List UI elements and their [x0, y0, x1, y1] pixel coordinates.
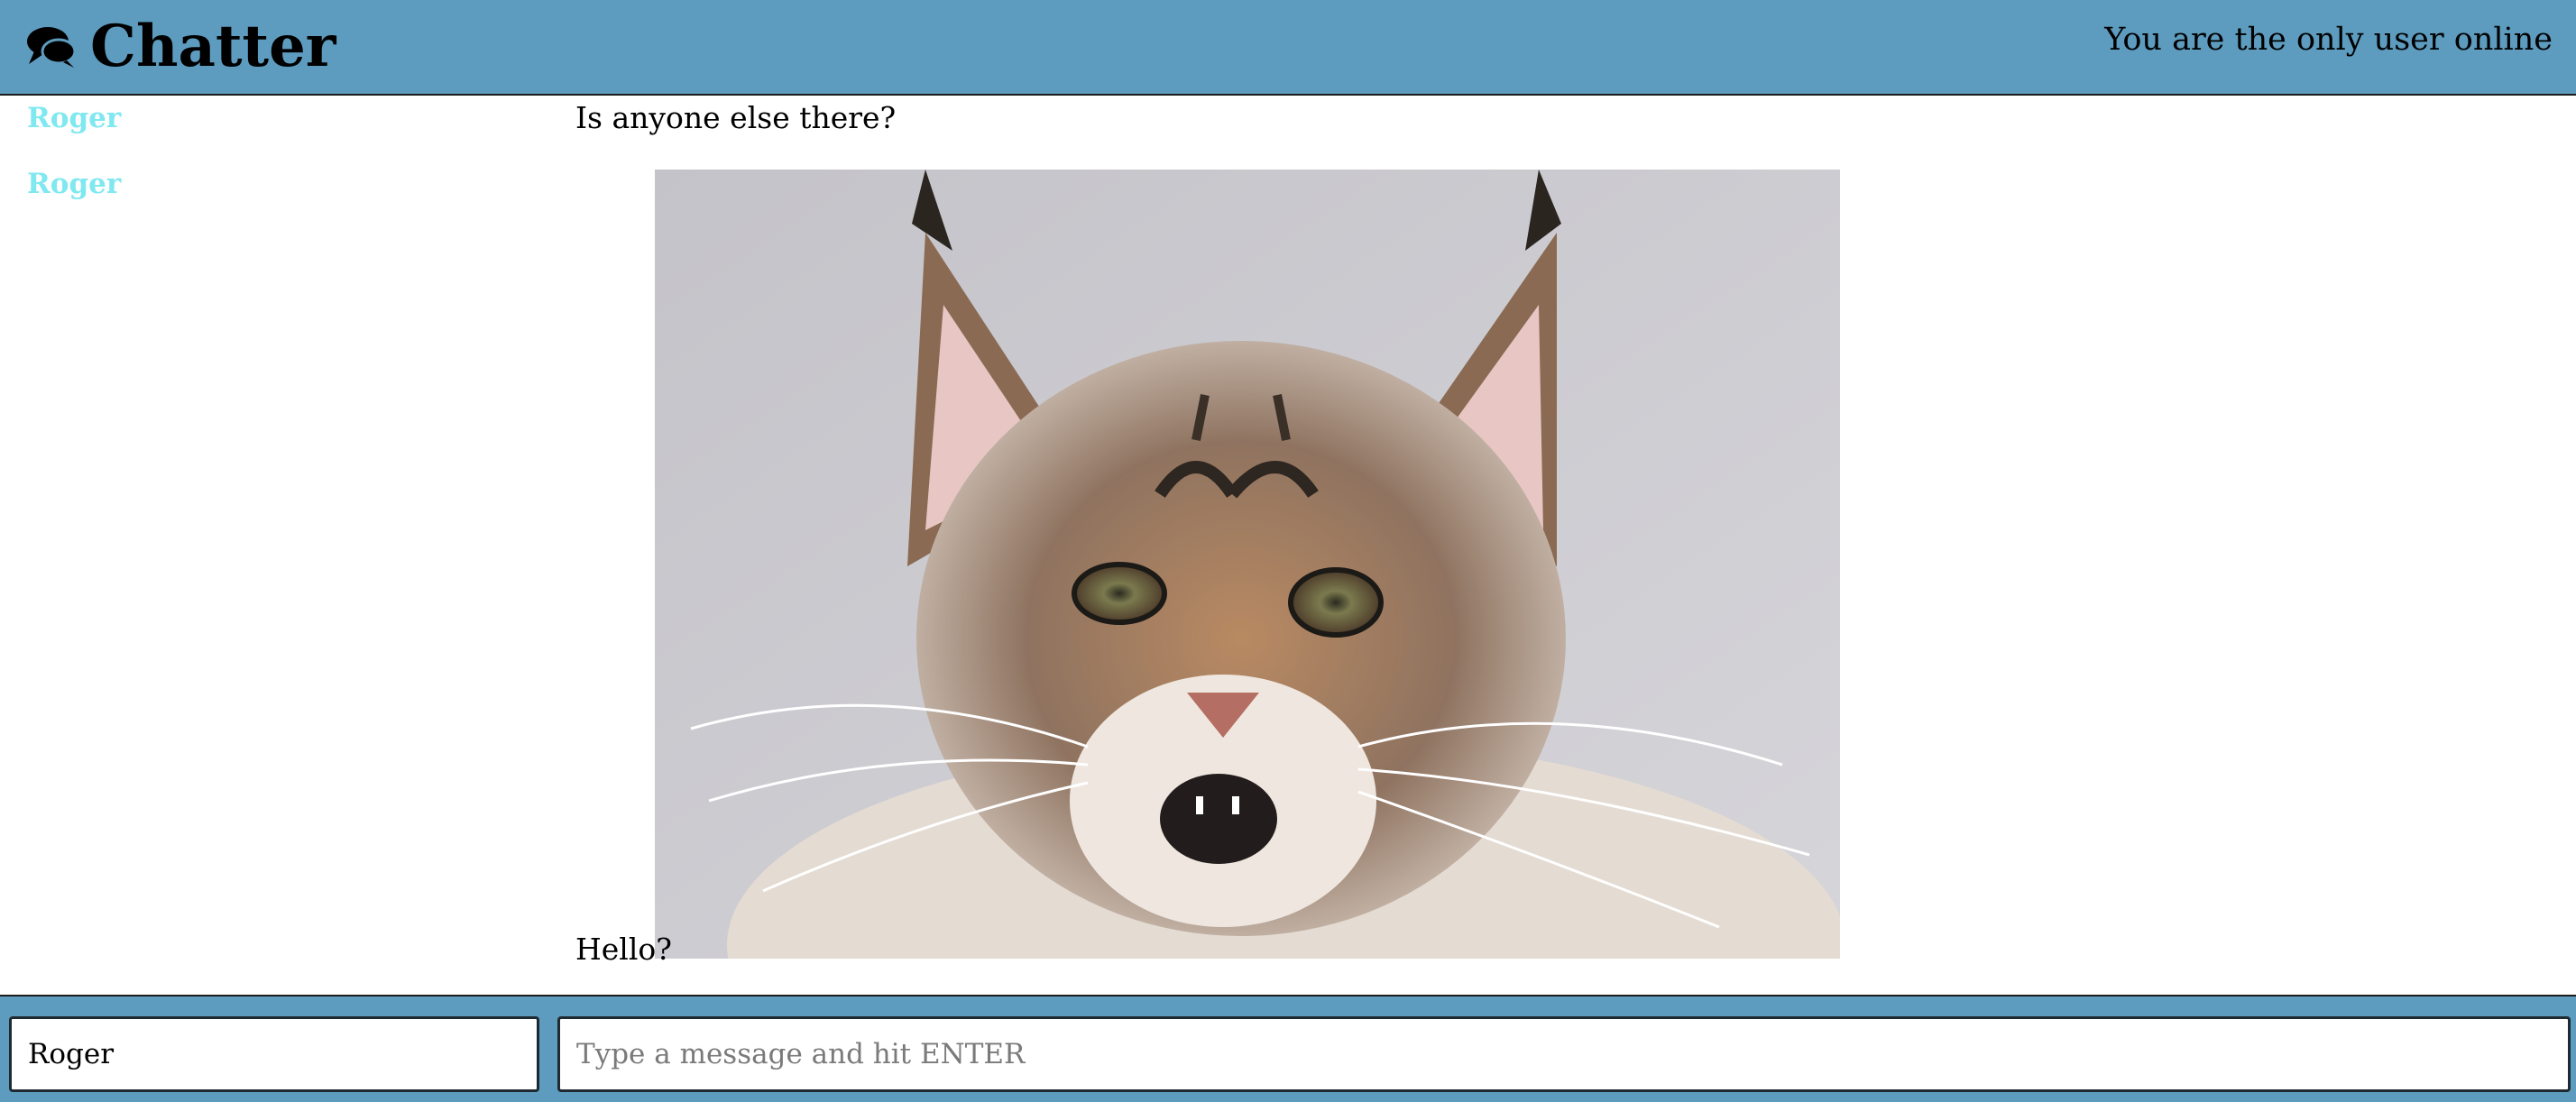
message-input[interactable] [557, 1016, 2571, 1092]
message-text: Is anyone else there? [575, 100, 897, 135]
message-text: Hello? [575, 932, 672, 967]
brand: Chatter [25, 7, 336, 87]
app-header: Chatter You are the only user online [0, 0, 2576, 96]
composer-bar [0, 995, 2576, 1102]
app-title: Chatter [90, 13, 336, 80]
user-list-item[interactable]: Roger [27, 161, 121, 207]
chat-app: Chatter You are the only user online Rog… [0, 0, 2576, 1102]
chat-bubbles-icon [27, 27, 77, 68]
message-list: Is anyone else there? Hello? [575, 96, 2515, 992]
username-field[interactable] [9, 1016, 539, 1092]
online-status: You are the only user online [2104, 22, 2553, 58]
user-list-item[interactable]: Roger [27, 96, 121, 141]
cat-photo-image[interactable] [655, 170, 1840, 959]
